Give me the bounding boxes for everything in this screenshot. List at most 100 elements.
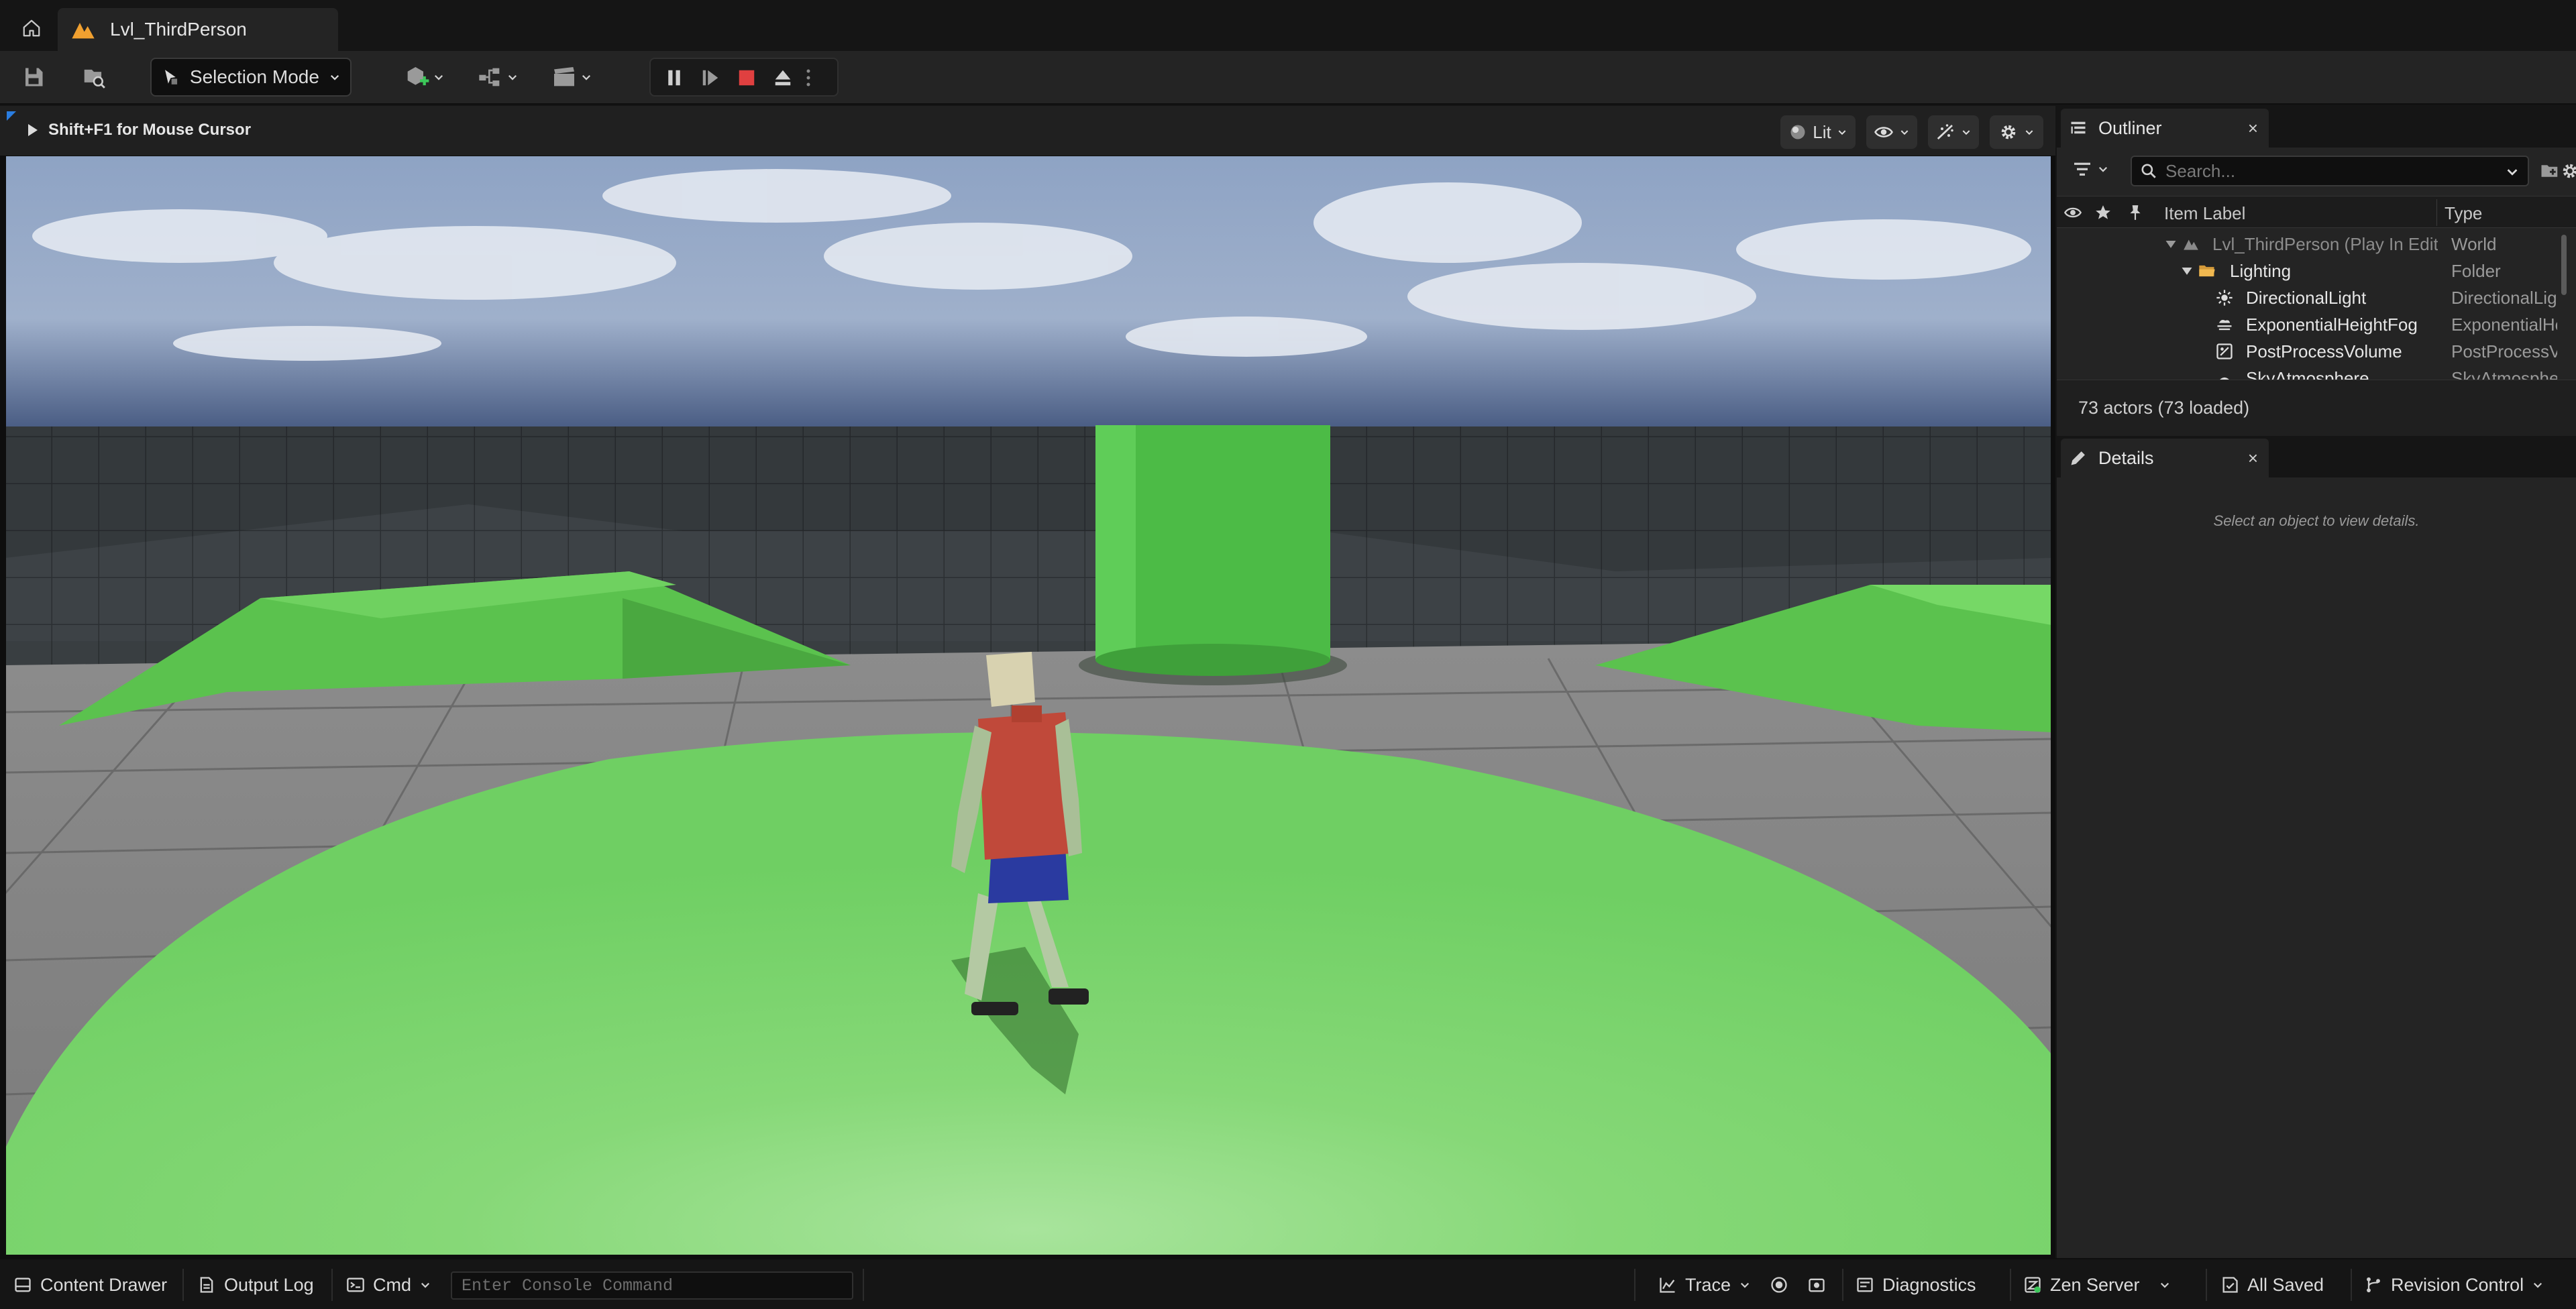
trace-label: Trace [1685,1274,1731,1295]
scene-render [5,156,2051,1255]
more-vertical-icon [806,69,810,87]
world-icon [2180,233,2202,255]
revision-control-label: Revision Control [2391,1274,2524,1295]
eye-icon[interactable] [2063,203,2082,222]
outliner-filter-row [2057,148,2576,193]
chevron-down-icon [2534,1282,2542,1288]
zen-server-label: Zen Server [2050,1274,2140,1295]
separator [1634,1269,1635,1301]
outliner-panel: Item Label Type Lvl_ThirdPerson (Play In… [2057,148,2576,436]
outliner-scrollbar[interactable] [2561,235,2567,295]
outliner-row-directional-light[interactable]: DirectionalLight DirectionalLight [2057,284,2576,311]
filter-dropdown[interactable] [2072,158,2109,180]
type-column[interactable]: Type [2445,203,2482,224]
outliner-row-sky-atmosphere[interactable]: SkyAtmosphere SkyAtmosphere [2057,365,2576,380]
stop-button[interactable] [730,63,763,93]
expand-arrow-icon[interactable] [2180,264,2194,278]
cursor-icon [165,70,178,84]
add-folder-button[interactable] [2540,161,2560,181]
cmd-dropdown[interactable]: Cmd [339,1269,438,1301]
save-all-button[interactable]: All Saved [2214,1269,2330,1301]
browse-icon [84,69,105,89]
outliner-row-label: PostProcessVolume [2246,341,2402,361]
post-process-icon [2214,341,2235,362]
home-button[interactable] [15,13,48,43]
separator [2010,1269,2011,1301]
chevron-down-icon [1962,130,1970,135]
view-mode-dropdown[interactable]: Lit [1780,115,1856,149]
revision-control-dropdown[interactable]: Revision Control [2357,1269,2551,1301]
level-tab[interactable]: Lvl_ThirdPerson [58,8,338,51]
sky-atmosphere-icon [2214,367,2235,380]
content-drawer-label: Content Drawer [40,1274,168,1295]
close-icon[interactable]: × [2248,118,2258,139]
console-command-input[interactable] [462,1275,844,1296]
chevron-down-icon[interactable] [2505,164,2520,179]
star-icon[interactable] [2094,204,2112,221]
chevron-down-icon [1838,130,1846,135]
play-triangle-icon [28,124,38,136]
chevron-down-icon [2160,1282,2169,1288]
trace-dropdown[interactable]: Trace [1652,1269,1758,1301]
separator [1842,1269,1843,1301]
eject-button[interactable] [766,63,800,93]
details-tab[interactable]: Details × [2061,439,2269,477]
column-divider[interactable] [2436,199,2437,226]
outliner-row-type: PostProcessVolume [2451,341,2557,361]
status-bar: Content Drawer Output Log Cmd Trace Diag… [0,1258,2576,1309]
diagnostics-button[interactable]: Diagnostics [1849,1269,1983,1301]
view-mode-label: Lit [1813,121,1831,142]
output-log-button[interactable]: Output Log [191,1269,321,1301]
outliner-search-input[interactable] [2165,160,2481,182]
play-options-button[interactable] [798,63,818,93]
outliner-tab[interactable]: Outliner × [2061,109,2269,148]
content-drawer-icon [15,1277,31,1292]
browse-button[interactable] [75,58,113,97]
outliner-row-label: SkyAtmosphere [2246,367,2369,380]
details-tab-bar: Details × [2057,436,2576,477]
screenshot-trace-button[interactable] [1801,1269,1833,1301]
record-trace-button[interactable] [1763,1269,1795,1301]
outliner-search-box[interactable] [2131,156,2529,186]
lit-sphere-icon [1790,125,1805,139]
level-tab-label: Lvl_ThirdPerson [110,19,247,40]
show-flags-dropdown[interactable] [1866,115,1917,149]
details-panel: Select an object to view details. [2057,477,2576,1258]
blueprints-button[interactable] [470,58,526,97]
item-label-column[interactable]: Item Label [2164,203,2245,224]
add-actor-button[interactable] [396,58,452,97]
pause-icon [668,70,680,86]
main-toolbar: Selection Mode [0,51,2576,105]
level-viewport[interactable]: Shift+F1 for Mouse Cursor Lit [0,106,2055,1258]
viewport-settings-dropdown[interactable] [1990,115,2043,149]
console-command-box[interactable] [451,1271,853,1300]
chevron-down-icon [1900,130,1909,135]
close-icon[interactable]: × [2248,448,2258,469]
outliner-row-height-fog[interactable]: ExponentialHeightFog ExponentialHeightFo… [2057,311,2576,338]
add-folder-icon [2541,165,2558,177]
expand-arrow-icon[interactable] [2164,237,2178,251]
outliner-settings-button[interactable] [2560,161,2576,181]
content-drawer-button[interactable]: Content Drawer [7,1269,174,1301]
blueprint-icon [479,68,500,87]
output-log-icon [200,1277,213,1293]
separator [182,1269,184,1301]
snapping-dropdown[interactable] [1928,115,1979,149]
console-icon [347,1277,364,1292]
frame-skip-button[interactable] [694,63,727,93]
pin-icon[interactable] [2127,204,2144,221]
outliner-row-world[interactable]: Lvl_ThirdPerson (Play In Editor) World [2057,231,2576,258]
pause-button[interactable] [657,63,691,93]
outliner-row-folder[interactable]: Lighting Folder [2057,258,2576,284]
separator [331,1269,333,1301]
save-button[interactable] [15,58,52,97]
search-icon [2141,164,2156,178]
cinematics-button[interactable] [543,58,600,97]
selection-mode-dropdown[interactable]: Selection Mode [150,58,352,97]
zen-server-dropdown[interactable]: Zen Server [2017,1269,2178,1301]
outliner-row-post-process[interactable]: PostProcessVolume PostProcessVolume [2057,338,2576,365]
mouse-cursor-hint: Shift+F1 for Mouse Cursor [27,121,251,139]
home-icon [23,19,40,37]
game-scene[interactable] [5,156,2051,1255]
output-log-label: Output Log [224,1274,314,1295]
